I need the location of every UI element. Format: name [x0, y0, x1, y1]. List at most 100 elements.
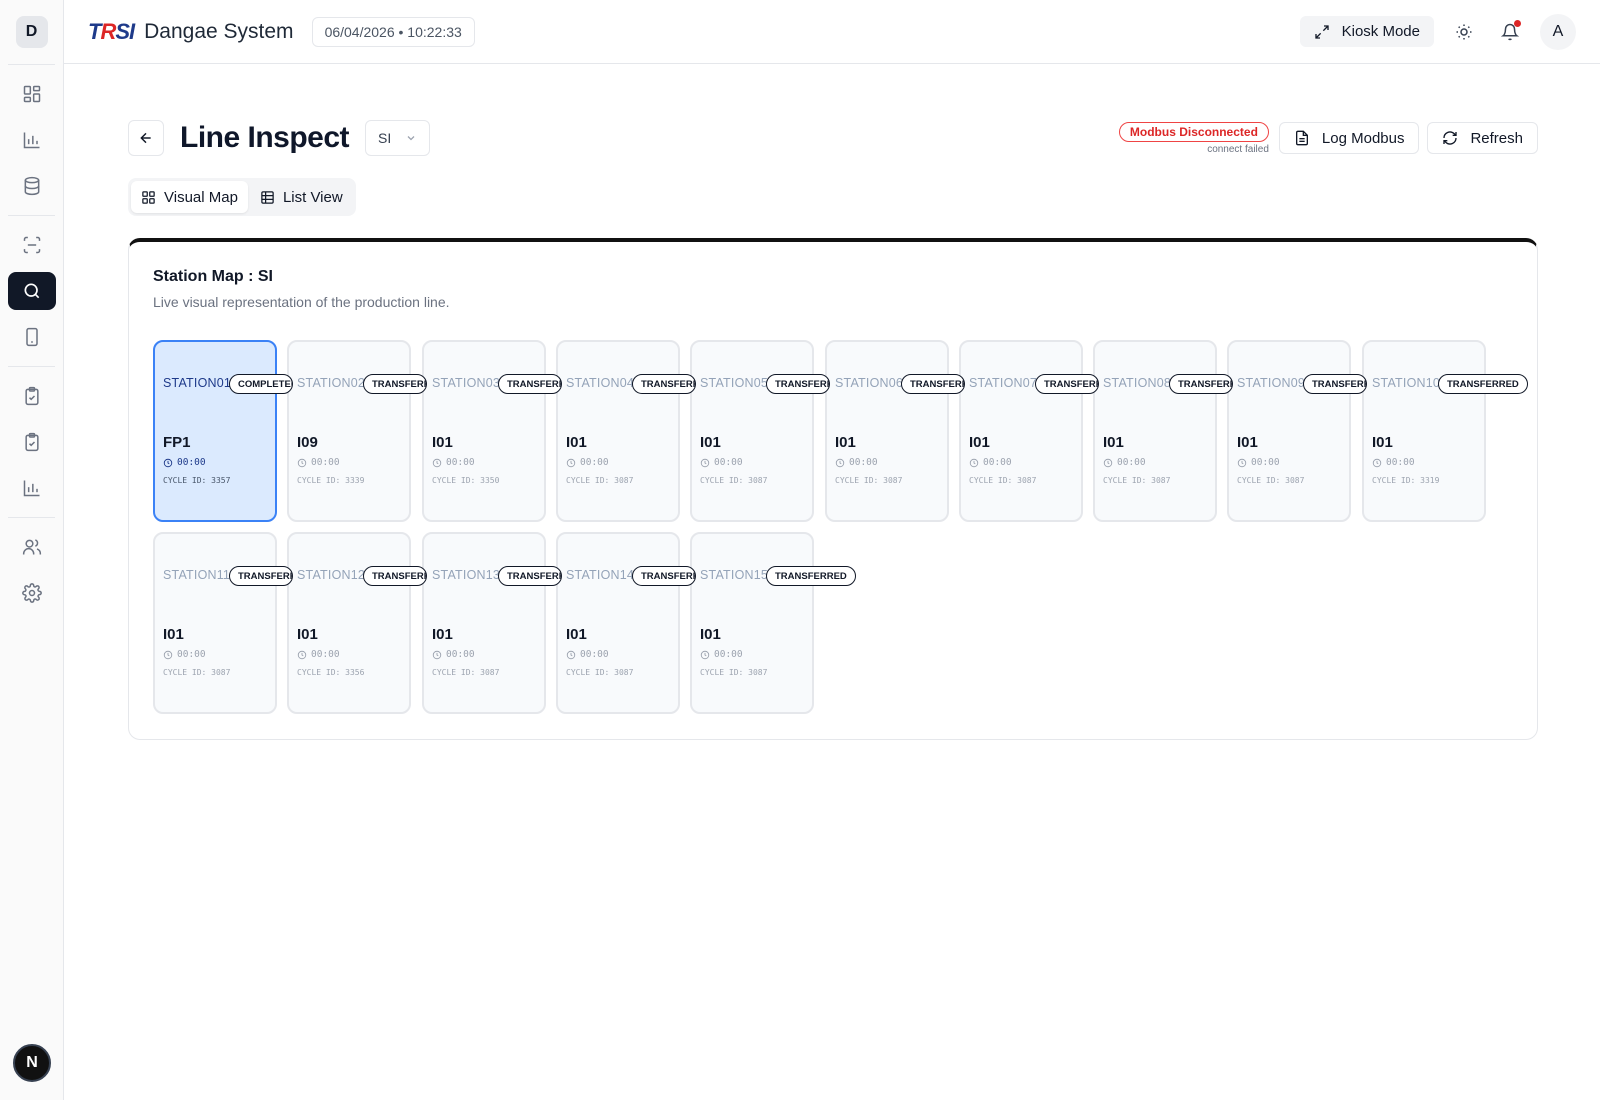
station-card[interactable]: STATION02TRANSFERRED I09 00:00 CYCLE ID: 33… [287, 340, 427, 522]
clock-icon [1103, 458, 1113, 467]
page-title: Line Inspect [180, 121, 350, 154]
station-status-badge: TRANSFERRED [498, 566, 562, 586]
log-modbus-button[interactable]: Log Modbus [1278, 122, 1420, 154]
station-card[interactable]: STATION14TRANSFERRED I01 00:00 CYCLE ID: 30… [556, 532, 696, 714]
station-cycle-id: CYCLE ID: 3087 [969, 476, 1037, 485]
station-part-code: I01 [700, 434, 721, 451]
sidebar-item-device[interactable] [8, 318, 56, 356]
kiosk-mode-button[interactable]: Kiosk Mode [1299, 16, 1434, 47]
station-status-badge: TRANSFERRED [901, 374, 965, 394]
station-card[interactable]: STATION12TRANSFERRED I01 00:00 CYCLE ID: 33… [287, 532, 427, 714]
station-cycle-id: CYCLE ID: 3087 [700, 476, 768, 485]
station-name: STATION09 [1237, 376, 1306, 390]
station-part-code: FP1 [163, 434, 191, 451]
tab-visual-map[interactable]: Visual Map [131, 181, 248, 213]
sidebar-item-line-inspect[interactable] [7, 272, 56, 310]
tab-list-view[interactable]: List View [250, 181, 353, 213]
station-cycle-id: CYCLE ID: 3087 [700, 668, 768, 677]
station-time: 00:00 [297, 457, 340, 468]
station-card[interactable]: STATION15 TRANSFERRED I01 00:00 CYCLE ID: 30… [690, 532, 856, 714]
app-logo[interactable]: D [15, 16, 48, 48]
station-part-code: I01 [835, 434, 856, 451]
file-text-icon [1295, 130, 1308, 146]
log-modbus-label: Log Modbus [1321, 129, 1405, 147]
sidebar-item-approvals[interactable] [8, 423, 56, 461]
station-part-code: I01 [1372, 434, 1393, 451]
station-time: 00:00 [1103, 457, 1146, 468]
station-card[interactable]: STATION11TRANSFERRED I01 00:00 CYCLE ID: 30… [153, 532, 293, 714]
station-cycle-id: CYCLE ID: 3087 [566, 668, 634, 677]
tab-label: List View [282, 188, 343, 206]
top-header: TRSI Dangae System 06/04/2026 • 10:22:33… [64, 0, 1600, 64]
station-card[interactable]: STATION07TRANSFERRED I01 00:00 CYCLE ID: 30… [959, 340, 1099, 522]
station-status-badge: TRANSFERRED [766, 374, 830, 394]
station-card[interactable]: STATION09TRANSFERRED I01 00:00 CYCLE ID: 30… [1227, 340, 1367, 522]
station-map-title: Station Map : SI [153, 268, 273, 285]
users-icon [22, 539, 41, 555]
clock-icon [297, 458, 307, 467]
station-card[interactable]: STATION05TRANSFERRED I01 00:00 CYCLE ID: 30… [690, 340, 830, 522]
station-cycle-id: CYCLE ID: 3357 [163, 476, 231, 485]
station-time: 00:00 [700, 457, 743, 468]
station-card[interactable]: STATION01 COMPLETED FP1 00:00 CYCLE ID: 3357 [153, 340, 293, 522]
sidebar-item-settings[interactable] [8, 574, 56, 612]
station-time-value: 00:00 [580, 457, 609, 468]
station-status-badge: TRANSFERRED [766, 566, 856, 586]
sidebar-item-checklist[interactable] [8, 377, 56, 415]
station-time-value: 00:00 [446, 457, 475, 468]
clock-icon [566, 650, 576, 659]
app-title: Dangae System [144, 19, 294, 43]
station-cycle-id: CYCLE ID: 3087 [566, 476, 634, 485]
chevron-down-icon [407, 136, 415, 141]
station-part-code: I01 [1237, 434, 1258, 451]
station-card[interactable]: STATION04TRANSFERRED I01 00:00 CYCLE ID: 30… [556, 340, 696, 522]
clock-icon [163, 458, 173, 467]
station-time: 00:00 [835, 457, 878, 468]
station-cycle-id: CYCLE ID: 3087 [432, 668, 500, 677]
refresh-button[interactable]: Refresh [1427, 122, 1538, 154]
search-icon [24, 283, 39, 299]
kiosk-mode-label: Kiosk Mode [1341, 23, 1420, 40]
station-time-value: 00:00 [1117, 457, 1146, 468]
station-time: 00:00 [1237, 457, 1280, 468]
user-avatar[interactable]: A [1540, 13, 1576, 50]
station-part-code: I01 [432, 626, 453, 643]
sidebar-item-scan[interactable] [8, 226, 56, 264]
theme-toggle-button[interactable] [1448, 16, 1480, 48]
line-select-value: SI [378, 130, 392, 146]
sidebar-item-reports[interactable] [8, 469, 56, 507]
station-time: 00:00 [432, 649, 475, 660]
station-card[interactable]: STATION10 TRANSFERRED I01 00:00 CYCLE ID: 33… [1362, 340, 1528, 522]
arrow-left-icon [140, 132, 151, 144]
station-card[interactable]: STATION03TRANSFERRED I01 00:00 CYCLE ID: 33… [422, 340, 562, 522]
station-name: STATION13 [432, 568, 501, 582]
sidebar-item-users[interactable] [8, 528, 56, 566]
tablet-icon [25, 327, 38, 347]
line-select[interactable]: SI [365, 120, 431, 156]
station-time: 00:00 [700, 649, 743, 660]
sidebar-group-reports [8, 366, 55, 517]
expand-icon [1314, 24, 1329, 39]
notification-dot [1514, 19, 1521, 27]
station-card[interactable]: STATION13TRANSFERRED I01 00:00 CYCLE ID: 30… [422, 532, 562, 714]
sidebar-item-analytics[interactable] [8, 121, 56, 159]
sun-icon [1456, 24, 1472, 39]
sidebar-item-database[interactable] [8, 167, 56, 205]
station-card[interactable]: STATION06TRANSFERRED I01 00:00 CYCLE ID: 30… [825, 340, 965, 522]
station-time-value: 00:00 [177, 649, 206, 660]
station-time: 00:00 [566, 649, 609, 660]
station-part-code: I01 [566, 434, 587, 451]
station-time-value: 00:00 [714, 649, 743, 660]
station-card[interactable]: STATION08TRANSFERRED I01 00:00 CYCLE ID: 30… [1093, 340, 1233, 522]
sidebar-item-dashboard[interactable] [8, 75, 56, 113]
back-button[interactable] [128, 120, 164, 156]
dashboard-icon [23, 85, 40, 103]
station-time: 00:00 [163, 457, 206, 468]
gear-icon [21, 583, 42, 603]
station-cycle-id: CYCLE ID: 3087 [835, 476, 903, 485]
station-status-badge: TRANSFERRED [632, 374, 696, 394]
dev-tools-avatar[interactable]: N [13, 1044, 51, 1082]
notifications-button[interactable] [1494, 16, 1526, 48]
clock-icon [835, 458, 845, 467]
station-time-value: 00:00 [177, 457, 206, 468]
